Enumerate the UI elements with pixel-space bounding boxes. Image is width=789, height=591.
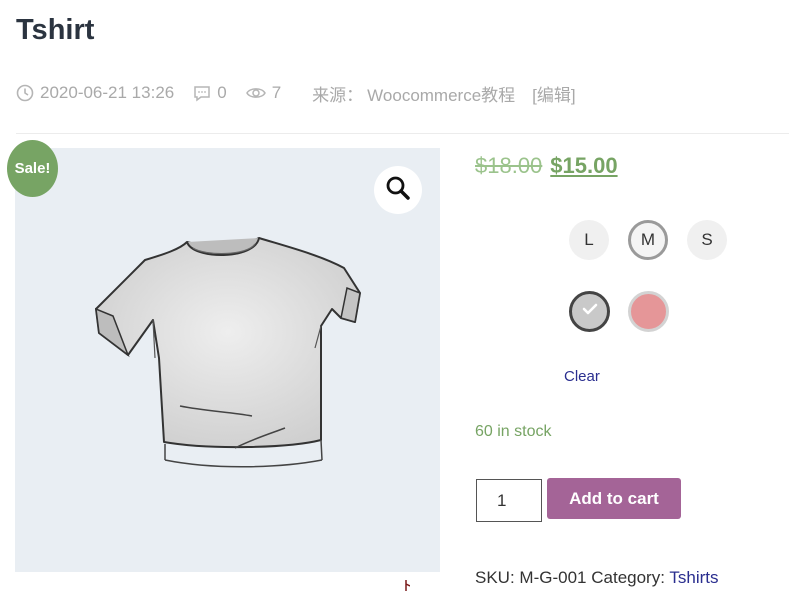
- divider: [16, 133, 789, 134]
- category-label: Category:: [591, 568, 665, 587]
- product-image[interactable]: [15, 148, 440, 572]
- post-meta: 2020-06-21 13:26 0 7 来源： Woocommerce教程 […: [16, 81, 576, 106]
- sale-badge: Sale!: [7, 140, 58, 197]
- clock-icon: [16, 84, 34, 102]
- sku-value: M-G-001: [519, 568, 587, 587]
- sku-label: SKU:: [475, 568, 515, 587]
- size-option-m[interactable]: M: [628, 220, 668, 260]
- product-meta: SKU: M-G-001 Category: Tshirts: [475, 568, 718, 588]
- add-to-cart-button[interactable]: Add to cart: [547, 478, 681, 519]
- regular-price: $18.00: [475, 153, 543, 178]
- eye-icon: [245, 85, 266, 101]
- size-option-l[interactable]: L: [569, 220, 609, 260]
- price: $18.00 $15.00: [475, 153, 618, 179]
- comment-icon[interactable]: [193, 85, 211, 102]
- zoom-button[interactable]: [374, 166, 422, 214]
- size-option-s[interactable]: S: [687, 220, 727, 260]
- color-option-pink[interactable]: [628, 291, 669, 332]
- comment-count[interactable]: 0: [217, 83, 226, 103]
- product-title: Tshirt: [16, 14, 95, 46]
- clear-link[interactable]: Clear: [564, 368, 600, 385]
- category-link[interactable]: Tshirts: [669, 568, 718, 587]
- view-count: 7: [271, 83, 282, 102]
- magnifier-icon: [385, 175, 411, 206]
- source-link[interactable]: Woocommerce教程: [367, 81, 515, 106]
- decoration-mark: [405, 580, 410, 591]
- color-option-grey[interactable]: [569, 291, 610, 332]
- edit-link[interactable]: [编辑]: [532, 81, 575, 106]
- quantity-input[interactable]: [476, 479, 542, 522]
- source-label: 来源：: [312, 85, 364, 105]
- sale-price: $15.00: [550, 153, 618, 178]
- tshirt-illustration: [95, 237, 361, 468]
- post-date: 2020-06-21 13:26: [40, 83, 175, 102]
- stock-status: 60 in stock: [475, 423, 552, 440]
- checkmark-icon: [582, 302, 598, 321]
